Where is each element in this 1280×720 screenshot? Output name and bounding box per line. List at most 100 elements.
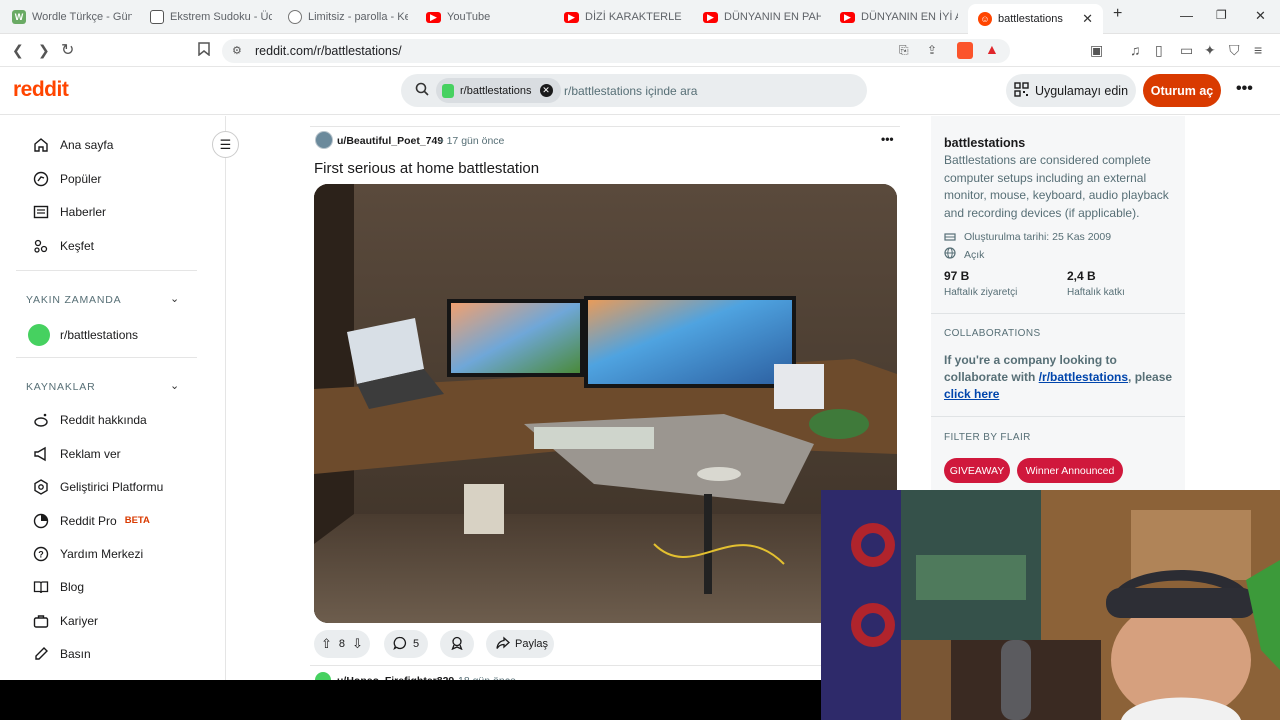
vpn-icon[interactable]: ⛉ [1229, 42, 1240, 59]
tab-youtube[interactable]: ▶ YouTube [426, 4, 546, 30]
subreddit-chip: r/battlestations ✕ [436, 78, 561, 103]
collab-text: If you're a company looking to collabora… [944, 352, 1176, 403]
vote-button[interactable]: ⇧ 8 ⇩ [314, 630, 370, 658]
more-options-icon[interactable]: ••• [1236, 80, 1253, 98]
reader-mode-icon[interactable]: ▣ [1090, 42, 1103, 59]
window-close-icon[interactable]: ✕ [1255, 8, 1266, 24]
collapse-sidebar-icon[interactable]: ☰ [212, 131, 239, 158]
webcam-overlay [821, 490, 1280, 720]
flair-winner-announced[interactable]: Winner Announced [1017, 458, 1123, 483]
install-icon[interactable]: ⎘ [899, 43, 909, 58]
reddit-header: reddit r/battlestations ✕ r/battlestatio… [0, 68, 1280, 115]
nav-item-help[interactable]: ? Yardım Merkezi [32, 545, 143, 562]
recent-item-battlestations[interactable]: r/battlestations [28, 324, 138, 346]
tab-youtube-4[interactable]: ▶ DÜNYANIN EN İYİ AR [840, 4, 958, 30]
recent-section-title[interactable]: YAKIN ZAMANDA [26, 294, 121, 306]
battlestation-photo [314, 184, 897, 623]
upvote-icon[interactable]: ⇧ [321, 636, 332, 652]
brave-shields-icon[interactable] [957, 42, 973, 59]
post-image[interactable] [314, 184, 897, 623]
subreddit-name: battlestations [944, 136, 1026, 150]
nav-item-explore[interactable]: Keşfet [32, 237, 94, 254]
collab-title: COLLABORATIONS [944, 328, 1041, 339]
media-icon[interactable]: ♫ [1130, 42, 1141, 58]
resources-section-title[interactable]: KAYNAKLAR [26, 381, 95, 393]
leo-ai-icon[interactable]: ✦ [1204, 42, 1216, 59]
nav-item-home[interactable]: Ana sayfa [32, 136, 113, 153]
nav-item-developer[interactable]: Geliştirici Platformu [32, 478, 163, 495]
qr-code-icon [1014, 81, 1029, 100]
chevron-down-icon[interactable]: ⌄ [170, 292, 179, 305]
cake-icon [944, 229, 956, 244]
parolla-icon [288, 10, 302, 24]
tab-parolla[interactable]: Limitsiz - parolla - Ke [288, 4, 408, 30]
nav-item-press[interactable]: Basın [32, 645, 91, 662]
nav-label: Popüler [60, 171, 102, 186]
visibility-row: Açık [944, 247, 984, 262]
collab-text-2: , please [1128, 370, 1173, 384]
nav-item-about[interactable]: Reddit hakkında [32, 411, 147, 428]
tab-label: Ekstrem Sudoku - Üc [170, 11, 272, 23]
close-tab-icon[interactable]: ✕ [1082, 11, 1093, 27]
tab-label: DÜNYANIN EN PAHAL [724, 11, 821, 23]
login-button[interactable]: Oturum aç [1143, 74, 1221, 107]
address-bar: ❮ ❯ ↻ ⚙ reddit.com/r/battlestations/ ⎘ ⇪… [0, 34, 1280, 67]
minimize-icon[interactable]: — [1180, 8, 1193, 23]
nav-label: Reddit Pro [60, 513, 117, 528]
award-button[interactable] [440, 630, 474, 658]
vote-count: 8 [338, 638, 346, 650]
nav-item-reddit-pro[interactable]: Reddit Pro BETA [32, 512, 150, 529]
downvote-icon[interactable]: ⇩ [352, 636, 363, 652]
bookmark-icon[interactable] [198, 42, 210, 59]
menu-icon[interactable]: ≡ [1254, 42, 1262, 58]
globe-icon [944, 247, 956, 262]
sidebar-toggle-icon[interactable]: ▯ [1155, 42, 1163, 59]
panel-divider [931, 313, 1185, 314]
wallet-icon[interactable]: ▭ [1180, 42, 1193, 59]
comments-button[interactable]: 5 [384, 630, 428, 658]
nav-label: Keşfet [60, 238, 95, 253]
developer-icon [32, 478, 49, 495]
nav-item-careers[interactable]: Kariyer [32, 612, 98, 629]
new-tab-icon[interactable]: + [1113, 5, 1122, 23]
nav-label: Reklam ver [60, 446, 121, 461]
pro-icon [32, 512, 49, 529]
back-icon[interactable]: ❮ [12, 42, 24, 59]
reload-icon[interactable]: ↻ [61, 40, 74, 60]
search-input[interactable]: r/battlestations ✕ r/battlestations için… [401, 74, 867, 107]
tab-youtube-3[interactable]: ▶ DÜNYANIN EN PAHAL [703, 4, 821, 30]
collab-click-here-link[interactable]: click here [944, 387, 999, 401]
post-options-icon[interactable]: ••• [881, 132, 894, 146]
tab-wordle[interactable]: W Wordle Türkçe - Günlük [12, 4, 132, 30]
tab-battlestations[interactable]: ☺ battlestations ✕ [968, 4, 1103, 34]
reddit-logo[interactable]: reddit [13, 78, 69, 102]
tab-sudoku[interactable]: Ekstrem Sudoku - Üc [150, 4, 272, 30]
restore-icon[interactable]: ❐ [1216, 8, 1227, 22]
flair-giveaway[interactable]: GIVEAWAY [944, 458, 1010, 483]
visitors-value: 97 B [944, 269, 970, 283]
nav-item-popular[interactable]: Popüler [32, 170, 101, 187]
collab-subreddit-link[interactable]: /r/battlestations [1039, 370, 1128, 384]
nav-item-news[interactable]: Haberler [32, 203, 106, 220]
share-icon[interactable]: ⇪ [927, 43, 937, 57]
site-info-icon[interactable]: ⚙ [232, 44, 242, 57]
nav-label: r/battlestations [60, 328, 139, 342]
nav-item-advertise[interactable]: Reklam ver [32, 445, 121, 462]
visibility-label: Açık [964, 248, 985, 261]
nav-item-blog[interactable]: Blog [32, 578, 84, 595]
chevron-down-icon[interactable]: ⌄ [170, 379, 179, 392]
chip-close-icon[interactable]: ✕ [539, 84, 553, 97]
share-button[interactable]: Paylaş [486, 630, 554, 658]
tab-youtube-2[interactable]: ▶ DİZİ KARAKTERLERİN [564, 4, 682, 30]
post-author[interactable]: u/Beautiful_Poet_749 [337, 135, 443, 147]
created-row: Oluşturulma tarihi: 25 Kas 2009 [944, 229, 1111, 244]
post-title[interactable]: First serious at home battlestation [314, 160, 539, 177]
avatar[interactable] [315, 131, 333, 149]
subreddit-icon [442, 83, 454, 98]
subreddit-info-panel: battlestations Battlestations are consid… [931, 116, 1185, 496]
forward-icon[interactable]: ❯ [38, 42, 50, 59]
url-field[interactable]: ⚙ reddit.com/r/battlestations/ ⎘ ⇪ ▲ [222, 39, 1010, 63]
popular-icon [32, 170, 49, 187]
get-app-button[interactable]: Uygulamayı edin [1006, 74, 1136, 107]
brave-rewards-icon[interactable]: ▲ [985, 41, 999, 57]
